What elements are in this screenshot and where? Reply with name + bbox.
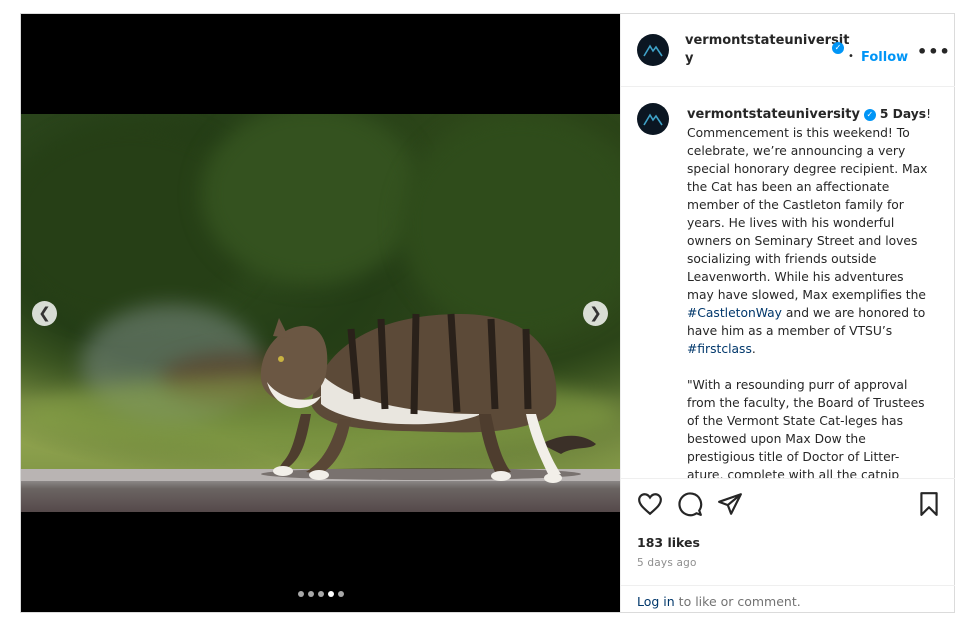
login-prompt: Log in to like or comment. (621, 585, 955, 613)
avatar[interactable] (637, 34, 669, 66)
carousel-next-button[interactable]: ❯ (583, 301, 608, 326)
login-link[interactable]: Log in (637, 594, 675, 609)
share-icon[interactable] (717, 491, 743, 517)
avatar[interactable] (637, 103, 669, 135)
carousel-dot (307, 591, 314, 597)
verified-badge-icon: ✓ (832, 42, 844, 54)
separator-dot: • (848, 51, 854, 62)
actions-section: 183 likes 5 days ago Log in to like or c… (621, 478, 955, 613)
cat-photo (21, 114, 620, 512)
hashtag-link[interactable]: #firstclass (687, 342, 752, 356)
cat-illustration (260, 313, 596, 483)
chevron-right-icon: ❯ (589, 304, 602, 322)
instagram-post-card: ❮ ❯ vermontstateuniversit y ✓ • Follow •… (20, 13, 955, 613)
caption-body-1: ! Commencement is this weekend! To celeb… (687, 107, 932, 302)
likes-count[interactable]: 183 likes (637, 535, 700, 550)
carousel-dot (317, 591, 324, 597)
mountain-logo-icon (643, 113, 663, 126)
caption-highlight: 5 Days (879, 107, 927, 121)
follow-button[interactable]: Follow (861, 50, 908, 65)
post-sidebar: vermontstateuniversit y ✓ • Follow ••• v… (620, 14, 955, 612)
username-link-wrap[interactable]: y (685, 50, 833, 68)
hashtag-link[interactable]: #CastletonWay (687, 306, 782, 320)
login-suffix: to like or comment. (674, 594, 801, 609)
carousel-indicator (21, 591, 620, 597)
carousel-dot (337, 591, 344, 597)
post-header: vermontstateuniversit y ✓ • Follow ••• (621, 14, 955, 87)
username-link[interactable]: vermontstateuniversit (685, 32, 849, 50)
more-options-icon[interactable]: ••• (917, 42, 951, 61)
post-timestamp: 5 days ago (637, 557, 697, 569)
caption-text: vermontstateuniversity ✓ 5 Days! Commenc… (687, 105, 932, 478)
caption-section: vermontstateuniversity ✓ 5 Days! Commenc… (621, 87, 955, 478)
post-media: ❮ ❯ (21, 14, 620, 612)
mountain-logo-icon (643, 44, 663, 57)
comment-icon[interactable] (677, 491, 703, 517)
carousel-dot-active (327, 591, 334, 597)
carousel-dot (297, 591, 304, 597)
verified-badge-icon: ✓ (863, 109, 876, 121)
caption-body-3: . "With a resounding purr of approval fr… (687, 342, 925, 478)
caption-username[interactable]: vermontstateuniversity (687, 107, 860, 122)
carousel-prev-button[interactable]: ❮ (32, 301, 57, 326)
bookmark-icon[interactable] (916, 491, 942, 517)
heart-icon[interactable] (637, 491, 663, 517)
chevron-left-icon: ❮ (38, 304, 51, 322)
